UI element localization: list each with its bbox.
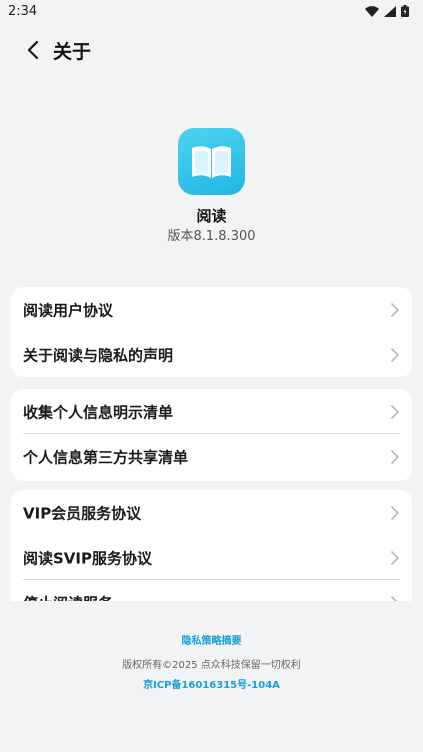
app-name: 阅读 (196, 207, 227, 225)
chevron-right-icon (391, 302, 399, 317)
page-title: 关于 (53, 41, 92, 63)
row-label: 收集个人信息明示清单 (23, 403, 174, 421)
settings-group-services: VIP会员服务协议 阅读SVIP服务协议 停止阅读服务 (11, 490, 412, 601)
chevron-right-icon (391, 404, 399, 419)
row-label: 阅读用户协议 (23, 301, 114, 319)
row-third-party-sharing[interactable]: 个人信息第三方共享清单 (11, 434, 412, 479)
status-time: 2:34 (8, 4, 38, 19)
signal-icon (384, 5, 396, 17)
row-label: 停止阅读服务 (23, 592, 113, 601)
row-label: VIP会员服务协议 (23, 504, 142, 522)
settings-group-personal-info: 收集个人信息明示清单 个人信息第三方共享清单 (11, 389, 412, 481)
icp-link[interactable]: 京ICP备16016315号-104A (0, 676, 423, 691)
chevron-right-icon (391, 449, 399, 464)
status-icons (365, 5, 409, 17)
back-arrow-icon (27, 40, 39, 60)
row-label: 个人信息第三方共享清单 (23, 448, 189, 466)
row-vip-agreement[interactable]: VIP会员服务协议 (11, 490, 412, 535)
row-user-agreement[interactable]: 阅读用户协议 (11, 287, 412, 332)
privacy-summary-link[interactable]: 隐私策略摘要 (0, 632, 423, 647)
app-version: 版本8.1.8.300 (167, 229, 256, 244)
status-bar: 2:34 (0, 0, 423, 24)
chevron-right-icon (391, 347, 399, 362)
book-icon (192, 146, 231, 178)
copyright-text: 版权所有©2025 点众科技保留一切权利 (122, 660, 301, 671)
row-label: 阅读SVIP服务协议 (23, 549, 152, 567)
chevron-right-icon (391, 550, 399, 565)
row-label: 关于阅读与隐私的声明 (23, 346, 174, 364)
row-stop-service[interactable]: 停止阅读服务 (11, 580, 412, 601)
chevron-right-icon (391, 595, 398, 601)
row-personal-info-list[interactable]: 收集个人信息明示清单 (11, 389, 412, 434)
title-bar: 关于 (0, 30, 423, 70)
back-button[interactable] (22, 38, 46, 62)
app-logo (178, 128, 245, 195)
settings-group-agreements: 阅读用户协议 关于阅读与隐私的声明 (11, 287, 412, 377)
battery-icon (401, 5, 409, 17)
chevron-right-icon (391, 505, 399, 520)
row-svip-agreement[interactable]: 阅读SVIP服务协议 (11, 535, 412, 580)
row-privacy-statement[interactable]: 关于阅读与隐私的声明 (11, 332, 412, 377)
wifi-icon (365, 5, 379, 17)
